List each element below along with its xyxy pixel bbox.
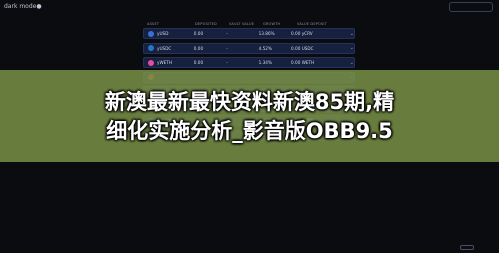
deposited-cell: 0.00	[193, 45, 204, 51]
top-bar: dark mode●	[0, 0, 499, 16]
value-deposit-cell: 0.00 WETH	[291, 60, 315, 65]
table-row[interactable]: yUSDC 0.00 - 4.52% 0.00 USDC ⌄	[143, 42, 355, 54]
vault-value-cell: -	[226, 31, 228, 36]
vault-value-cell: -	[226, 45, 228, 51]
asset-cell: yUSD	[144, 30, 194, 37]
asset-cell: yUSDC	[144, 45, 194, 51]
column-deposited: DEPOSITED	[195, 22, 217, 26]
asset-name: yUSD	[157, 31, 169, 36]
asset-name: yWETH	[157, 60, 172, 65]
growth-cell: 1.34%	[258, 60, 272, 65]
overlay-title: 新澳最新最快资料新澳85期,精 细化实施分析_影音版OBB9.5	[0, 88, 499, 146]
dark-mode-toggle[interactable]: dark mode●	[4, 3, 42, 10]
overlay-line-2: 细化实施分析_影音版OBB9.5	[106, 119, 393, 143]
chevron-down-icon[interactable]: ⌄	[346, 60, 354, 66]
overlay-line-1: 新澳最新最快资料新澳85期,精	[104, 90, 395, 114]
table-row[interactable]: yUSD 0.00 - 13.86% 0.00 yCRV ⌄	[143, 28, 355, 39]
token-icon	[148, 30, 154, 37]
vault-value-cell: -	[226, 60, 228, 65]
token-icon	[148, 45, 154, 51]
table-header: ASSET DEPOSITED VAULT VALUE GROWTH VALUE…	[143, 20, 355, 28]
column-growth: GROWTH	[263, 22, 281, 26]
growth-cell: 4.52%	[258, 45, 272, 51]
table-row[interactable]: yWETH 0.00 - 1.34% 0.00 WETH ⌄	[143, 57, 355, 68]
chevron-down-icon[interactable]: ⌄	[346, 45, 354, 51]
asset-cell: yWETH	[144, 59, 194, 66]
deposited-cell: 0.00	[193, 31, 204, 36]
value-deposit-cell: 0.00 USDC	[291, 45, 314, 51]
column-value-deposit: VALUE DEPOSIT	[297, 22, 327, 26]
asset-name: yUSDC	[157, 45, 172, 51]
chevron-down-icon[interactable]: ⌄	[346, 31, 354, 37]
deposited-cell: 0.00	[193, 60, 204, 65]
value-deposit-cell: 0.00 yCRV	[291, 31, 313, 36]
connect-wallet-button[interactable]	[449, 2, 493, 12]
token-icon	[148, 59, 154, 66]
scroll-indicator[interactable]	[460, 245, 474, 250]
column-asset: ASSET	[147, 22, 160, 26]
column-vault-value: VAULT VALUE	[229, 22, 255, 26]
growth-cell: 13.86%	[258, 31, 275, 36]
